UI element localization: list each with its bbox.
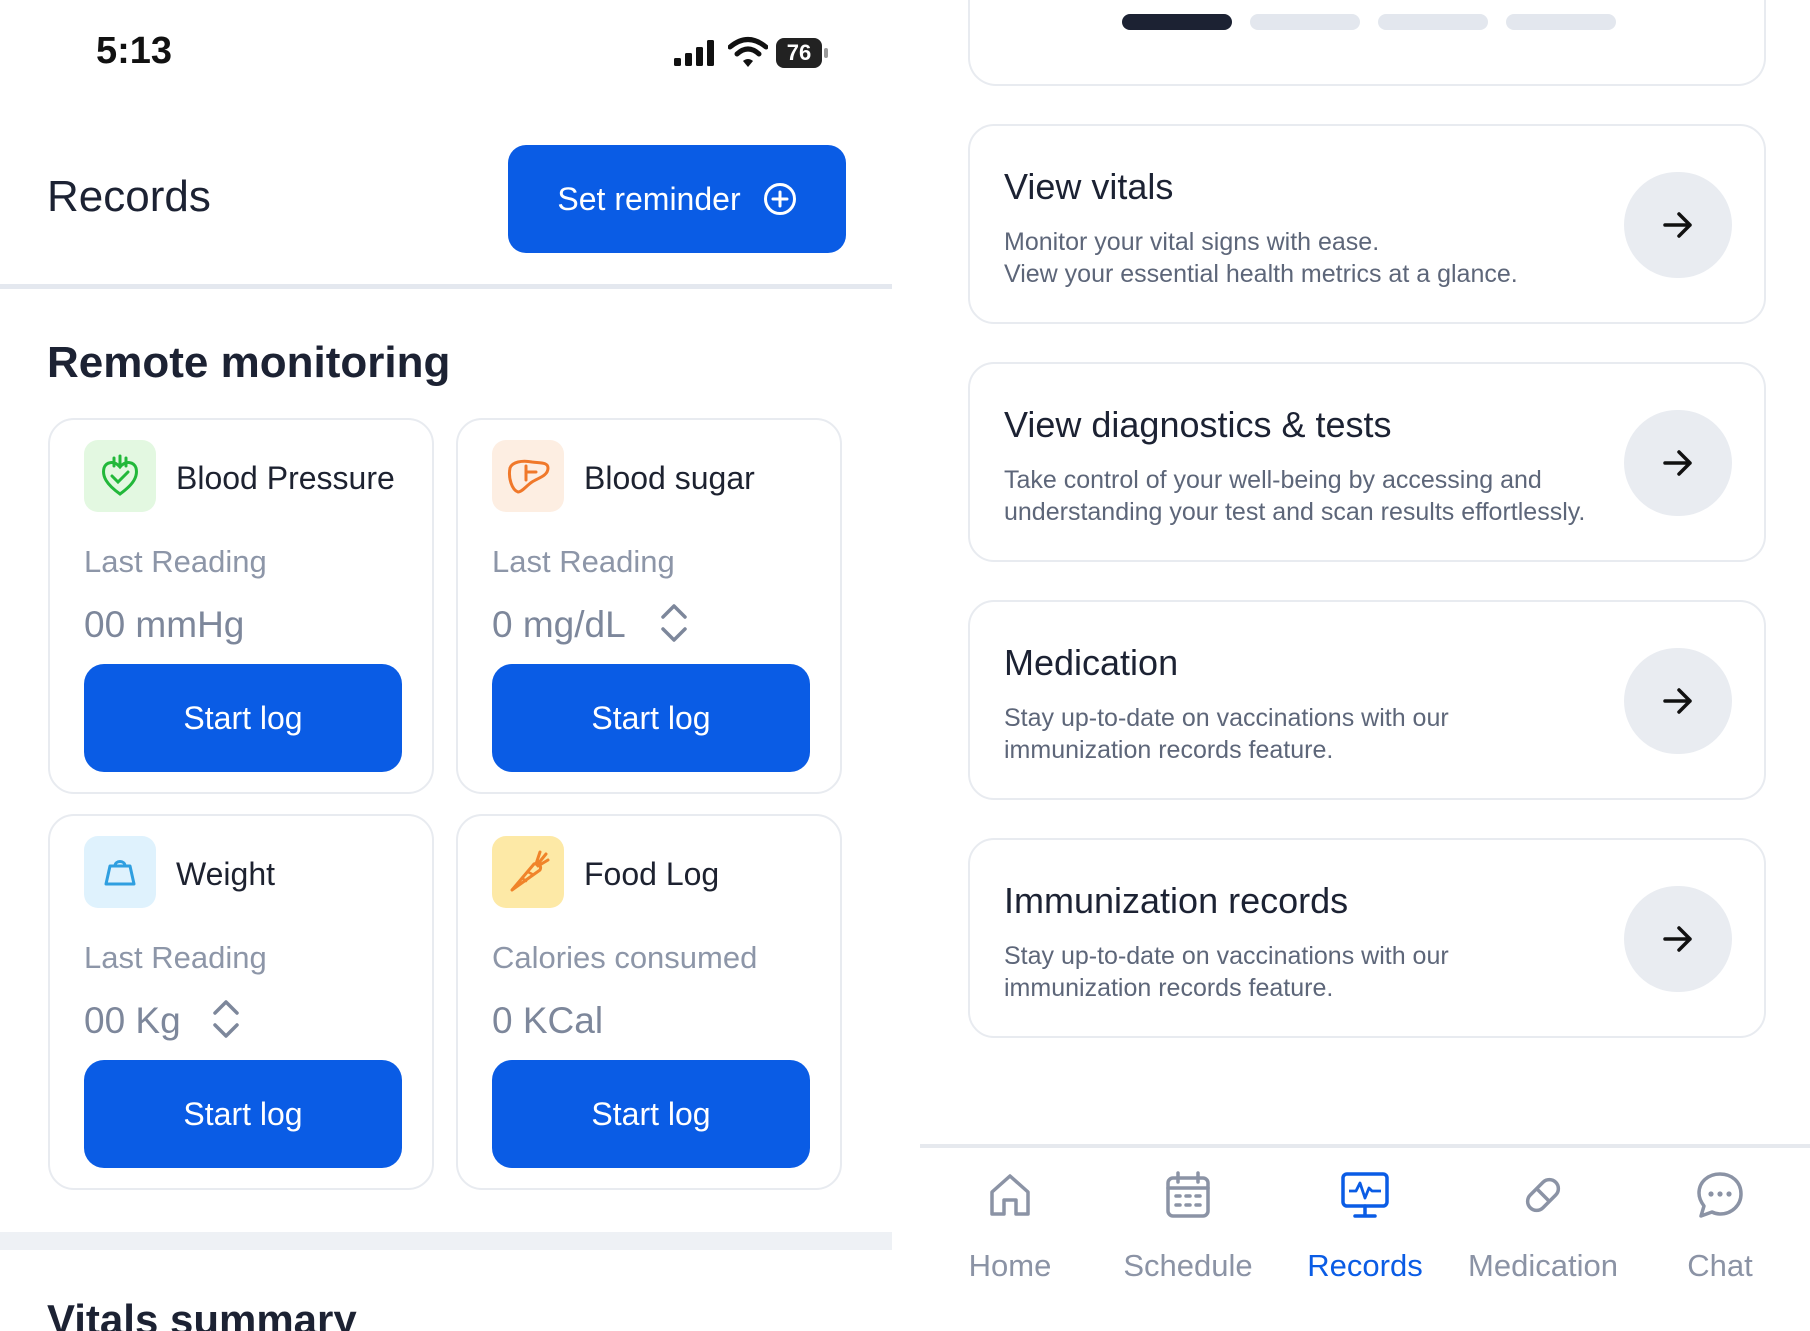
card-title: Weight: [176, 856, 276, 892]
status-time: 5:13: [96, 30, 173, 72]
description-line: understanding your test and scan results…: [1004, 498, 1586, 526]
nav-label: Records: [1307, 1248, 1423, 1283]
monitor-icon: [1341, 1172, 1389, 1218]
immunization-records-card[interactable]: Immunization records Stay up-to-date on …: [968, 838, 1766, 1038]
carousel-dot[interactable]: [1378, 14, 1488, 30]
battery-icon: 76: [776, 38, 828, 68]
record-title: View vitals: [1004, 166, 1174, 207]
description-line: View your essential health metrics at a …: [1004, 260, 1518, 288]
card-value: 0 mg/dL: [492, 604, 626, 645]
arrow-right-icon: [1663, 212, 1692, 238]
card-title: Blood Pressure: [176, 460, 395, 496]
nav-item-records[interactable]: Records: [1277, 1168, 1453, 1318]
card-subtitle: Last Reading: [84, 544, 267, 579]
blood-pressure-card: Blood Pressure Last Reading 00 mmHg Star…: [48, 418, 434, 794]
set-reminder-label: Set reminder: [557, 180, 741, 217]
record-description: Take control of your well-being by acces…: [1004, 464, 1585, 528]
wifi-icon: [728, 37, 768, 67]
records-screen-right: View vitals Monitor your vital signs wit…: [920, 0, 1810, 1331]
start-log-button[interactable]: Start log: [84, 1060, 402, 1168]
plus-circle-icon: [763, 183, 796, 215]
section-divider: [0, 1232, 892, 1250]
card-subtitle: Last Reading: [492, 544, 675, 579]
carousel-dot[interactable]: [1250, 14, 1360, 30]
battery-level: 76: [776, 38, 822, 68]
stepper-icon[interactable]: [658, 600, 690, 646]
nav-item-schedule[interactable]: Schedule: [1100, 1168, 1276, 1318]
nav-label: Home: [968, 1248, 1052, 1283]
description-line: Take control of your well-being by acces…: [1004, 466, 1542, 494]
vitals-summary-title: Vitals summary: [47, 1296, 357, 1331]
nav-label: Schedule: [1123, 1248, 1253, 1283]
header-divider: [0, 284, 892, 289]
open-button[interactable]: [1624, 648, 1732, 754]
record-description: Stay up-to-date on vaccinations with our…: [1004, 702, 1449, 766]
carrot-icon: [492, 836, 564, 908]
start-log-button[interactable]: Start log: [84, 664, 402, 772]
record-title: Immunization records: [1004, 880, 1349, 921]
description-line: immunization records feature.: [1004, 736, 1334, 764]
card-subtitle: Calories consumed: [492, 940, 758, 975]
nav-label: Medication: [1468, 1248, 1618, 1283]
arrow-right-icon: [1663, 450, 1692, 476]
record-description: Monitor your vital signs with ease. View…: [1004, 226, 1518, 290]
arrow-right-icon: [1663, 926, 1692, 952]
open-button[interactable]: [1624, 886, 1732, 992]
calendar-icon: [1166, 1171, 1210, 1218]
remote-monitoring-title: Remote monitoring: [47, 338, 451, 387]
nav-item-chat[interactable]: Chat: [1632, 1168, 1808, 1318]
view-vitals-card[interactable]: View vitals Monitor your vital signs wit…: [968, 124, 1766, 324]
nav-item-home[interactable]: Home: [922, 1168, 1098, 1318]
description-line: immunization records feature.: [1004, 974, 1334, 1002]
record-description: Stay up-to-date on vaccinations with our…: [1004, 940, 1449, 1004]
card-title: Blood sugar: [584, 460, 755, 496]
nav-item-medication[interactable]: Medication: [1455, 1168, 1631, 1318]
records-screen-left: 5:13 76 Records Set reminder Remote moni…: [0, 0, 892, 1331]
record-title: View diagnostics & tests: [1004, 404, 1392, 445]
open-button[interactable]: [1624, 172, 1732, 278]
open-button[interactable]: [1624, 410, 1732, 516]
carousel-dot[interactable]: [1506, 14, 1616, 30]
start-log-button[interactable]: Start log: [492, 1060, 810, 1168]
carousel-card: [968, 0, 1766, 86]
description-line: Monitor your vital signs with ease.: [1004, 228, 1380, 256]
description-line: Stay up-to-date on vaccinations with our: [1004, 704, 1449, 732]
scale-icon: [84, 836, 156, 908]
chat-icon: [1697, 1172, 1743, 1218]
card-value: 00 Kg: [84, 1000, 181, 1041]
weight-card: Weight Last Reading 00 Kg Start log: [48, 814, 434, 1190]
card-value: 0 KCal: [492, 1000, 604, 1041]
pill-icon: [1525, 1177, 1561, 1213]
card-value: 00 mmHg: [84, 604, 245, 645]
bottom-nav: Home Schedule Records Medication Chat: [920, 1148, 1810, 1331]
card-subtitle: Last Reading: [84, 940, 267, 975]
heart-icon: [84, 440, 156, 512]
card-title: Food Log: [584, 856, 720, 892]
record-title: Medication: [1004, 642, 1179, 683]
set-reminder-button[interactable]: Set reminder: [508, 145, 846, 253]
description-line: Stay up-to-date on vaccinations with our: [1004, 942, 1449, 970]
blood-sugar-card: Blood sugar Last Reading 0 mg/dL Start l…: [456, 418, 842, 794]
page-title: Records: [47, 172, 211, 221]
nav-label: Chat: [1687, 1248, 1753, 1283]
signal-icon: [674, 40, 714, 66]
food-log-card: Food Log Calories consumed 0 KCal Start …: [456, 814, 842, 1190]
carousel-dot-active[interactable]: [1122, 14, 1232, 30]
medication-card[interactable]: Medication Stay up-to-date on vaccinatio…: [968, 600, 1766, 800]
arrow-right-icon: [1663, 688, 1692, 714]
liver-icon: [492, 440, 564, 512]
stepper-icon[interactable]: [210, 996, 242, 1042]
home-icon: [990, 1174, 1030, 1216]
start-log-button[interactable]: Start log: [492, 664, 810, 772]
view-diagnostics-card[interactable]: View diagnostics & tests Take control of…: [968, 362, 1766, 562]
